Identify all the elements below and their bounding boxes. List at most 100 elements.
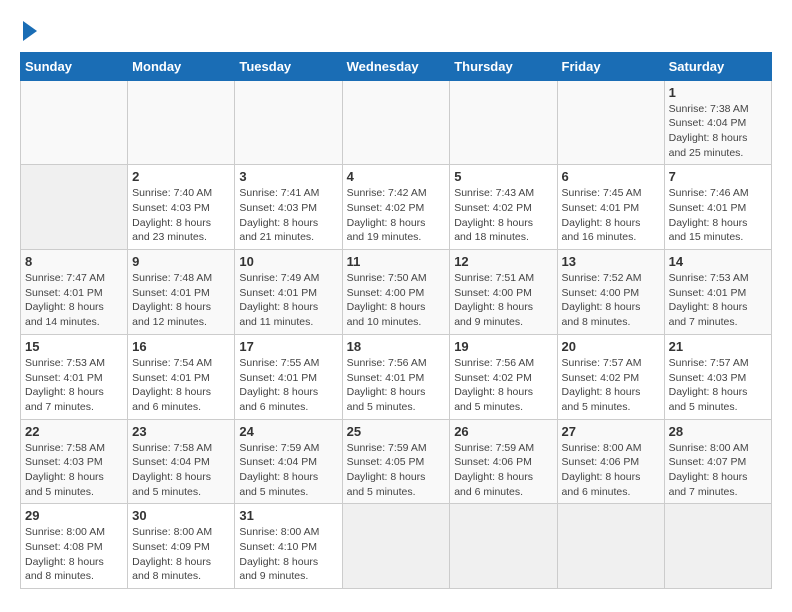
day-number: 29 [25,508,123,523]
calendar-cell-17: 17 Sunrise: 7:55 AMSunset: 4:01 PMDayligh… [235,334,342,419]
day-number: 15 [25,339,123,354]
day-number: 26 [454,424,552,439]
day-info: Sunrise: 7:45 AMSunset: 4:01 PMDaylight:… [562,186,660,245]
day-info: Sunrise: 7:46 AMSunset: 4:01 PMDaylight:… [669,186,767,245]
day-number: 23 [132,424,230,439]
calendar-cell-14: 14Sunrise: 7:53 AMSunset: 4:01 PMDayligh… [664,250,771,335]
calendar-table: SundayMondayTuesdayWednesdayThursdayFrid… [20,52,772,590]
calendar-cell-empty [450,504,557,589]
header-day-wednesday: Wednesday [342,52,450,80]
calendar-cell-empty [342,80,450,165]
day-number: 20 [562,339,660,354]
logo-arrow-icon [23,21,37,41]
day-number: 21 [669,339,767,354]
header-day-sunday: Sunday [21,52,128,80]
calendar-cell-9: 9 Sunrise: 7:48 AMSunset: 4:01 PMDaylight… [128,250,235,335]
day-number: 16 [132,339,230,354]
calendar-cell-18: 18 Sunrise: 7:56 AMSunset: 4:01 PMDayligh… [342,334,450,419]
calendar-cell-10: 10Sunrise: 7:49 AMSunset: 4:01 PMDayligh… [235,250,342,335]
day-info: Sunrise: 8:00 AMSunset: 4:08 PMDaylight:… [25,525,123,584]
calendar-week-4: 15 Sunrise: 7:53 AMSunset: 4:01 PMDayligh… [21,334,772,419]
calendar-cell-19: 19Sunrise: 7:56 AMSunset: 4:02 PMDayligh… [450,334,557,419]
day-number: 17 [239,339,337,354]
calendar-cell-24: 24Sunrise: 7:59 AMSunset: 4:04 PMDayligh… [235,419,342,504]
day-number: 27 [562,424,660,439]
day-info: Sunrise: 7:51 AMSunset: 4:00 PMDaylight:… [454,271,552,330]
calendar-cell-empty [235,80,342,165]
day-number: 31 [239,508,337,523]
day-info: Sunrise: 7:55 AMSunset: 4:01 PMDaylight:… [239,356,337,415]
calendar-cell-empty [342,504,450,589]
day-info: Sunrise: 8:00 AMSunset: 4:07 PMDaylight:… [669,441,767,500]
calendar-cell-29: 29 Sunrise: 8:00 AMSunset: 4:08 PMDayligh… [21,504,128,589]
calendar-cell-16: 16 Sunrise: 7:54 AMSunset: 4:01 PMDayligh… [128,334,235,419]
calendar-cell-empty [557,80,664,165]
calendar-cell-5: 5 Sunrise: 7:43 AMSunset: 4:02 PMDaylight… [450,165,557,250]
header-day-friday: Friday [557,52,664,80]
day-info: Sunrise: 7:52 AMSunset: 4:00 PMDaylight:… [562,271,660,330]
calendar-cell-12: 12Sunrise: 7:51 AMSunset: 4:00 PMDayligh… [450,250,557,335]
calendar-cell-empty [450,80,557,165]
day-number: 14 [669,254,767,269]
calendar-cell-26: 26Sunrise: 7:59 AMSunset: 4:06 PMDayligh… [450,419,557,504]
day-info: Sunrise: 7:41 AMSunset: 4:03 PMDaylight:… [239,186,337,245]
day-info: Sunrise: 8:00 AMSunset: 4:09 PMDaylight:… [132,525,230,584]
calendar-cell-empty [128,80,235,165]
calendar-cell-11: 11Sunrise: 7:50 AMSunset: 4:00 PMDayligh… [342,250,450,335]
day-number: 11 [347,254,446,269]
day-number: 4 [347,169,446,184]
day-number: 22 [25,424,123,439]
day-info: Sunrise: 7:56 AMSunset: 4:01 PMDaylight:… [347,356,446,415]
calendar-cell-empty [557,504,664,589]
day-number: 3 [239,169,337,184]
calendar-cell-2: 2 Sunrise: 7:40 AMSunset: 4:03 PMDaylight… [128,165,235,250]
calendar-cell-25: 25Sunrise: 7:59 AMSunset: 4:05 PMDayligh… [342,419,450,504]
calendar-cell-6: 6 Sunrise: 7:45 AMSunset: 4:01 PMDaylight… [557,165,664,250]
day-number: 2 [132,169,230,184]
calendar-cell-8: 8Sunrise: 7:47 AMSunset: 4:01 PMDaylight… [21,250,128,335]
day-info: Sunrise: 7:54 AMSunset: 4:01 PMDaylight:… [132,356,230,415]
day-number: 9 [132,254,230,269]
day-number: 1 [669,85,767,100]
calendar-cell-7: 7Sunrise: 7:46 AMSunset: 4:01 PMDaylight… [664,165,771,250]
day-info: Sunrise: 7:38 AMSunset: 4:04 PMDaylight:… [669,102,767,161]
day-info: Sunrise: 7:58 AMSunset: 4:03 PMDaylight:… [25,441,123,500]
calendar-cell-28: 28 Sunrise: 8:00 AMSunset: 4:07 PMDayligh… [664,419,771,504]
day-info: Sunrise: 7:43 AMSunset: 4:02 PMDaylight:… [454,186,552,245]
calendar-cell-20: 20 Sunrise: 7:57 AMSunset: 4:02 PMDayligh… [557,334,664,419]
calendar-cell-22: 22 Sunrise: 7:58 AMSunset: 4:03 PMDayligh… [21,419,128,504]
calendar-cell-31: 31Sunrise: 8:00 AMSunset: 4:10 PMDayligh… [235,504,342,589]
day-number: 5 [454,169,552,184]
day-info: Sunrise: 7:57 AMSunset: 4:03 PMDaylight:… [669,356,767,415]
day-info: Sunrise: 7:42 AMSunset: 4:02 PMDaylight:… [347,186,446,245]
header-day-monday: Monday [128,52,235,80]
day-number: 24 [239,424,337,439]
calendar-cell-23: 23Sunrise: 7:58 AMSunset: 4:04 PMDayligh… [128,419,235,504]
calendar-cell-30: 30Sunrise: 8:00 AMSunset: 4:09 PMDayligh… [128,504,235,589]
calendar-week-1: 1 Sunrise: 7:38 AMSunset: 4:04 PMDaylight… [21,80,772,165]
calendar-cell-27: 27 Sunrise: 8:00 AMSunset: 4:06 PMDayligh… [557,419,664,504]
calendar-cell-empty [21,165,128,250]
calendar-week-2: 2 Sunrise: 7:40 AMSunset: 4:03 PMDaylight… [21,165,772,250]
calendar-cell-4: 4 Sunrise: 7:42 AMSunset: 4:02 PMDaylight… [342,165,450,250]
header-row: SundayMondayTuesdayWednesdayThursdayFrid… [21,52,772,80]
calendar-header: SundayMondayTuesdayWednesdayThursdayFrid… [21,52,772,80]
calendar-cell-empty [664,504,771,589]
logo [20,20,37,42]
day-info: Sunrise: 7:53 AMSunset: 4:01 PMDaylight:… [25,356,123,415]
day-number: 10 [239,254,337,269]
calendar-cell-empty [21,80,128,165]
day-number: 6 [562,169,660,184]
day-number: 28 [669,424,767,439]
calendar-cell-3: 3 Sunrise: 7:41 AMSunset: 4:03 PMDaylight… [235,165,342,250]
calendar-week-3: 8Sunrise: 7:47 AMSunset: 4:01 PMDaylight… [21,250,772,335]
day-info: Sunrise: 8:00 AMSunset: 4:06 PMDaylight:… [562,441,660,500]
day-info: Sunrise: 7:47 AMSunset: 4:01 PMDaylight:… [25,271,123,330]
day-number: 18 [347,339,446,354]
calendar-body: 1 Sunrise: 7:38 AMSunset: 4:04 PMDaylight… [21,80,772,589]
day-info: Sunrise: 7:57 AMSunset: 4:02 PMDaylight:… [562,356,660,415]
calendar-cell-13: 13 Sunrise: 7:52 AMSunset: 4:00 PMDayligh… [557,250,664,335]
day-info: Sunrise: 7:48 AMSunset: 4:01 PMDaylight:… [132,271,230,330]
day-number: 13 [562,254,660,269]
day-info: Sunrise: 7:40 AMSunset: 4:03 PMDaylight:… [132,186,230,245]
